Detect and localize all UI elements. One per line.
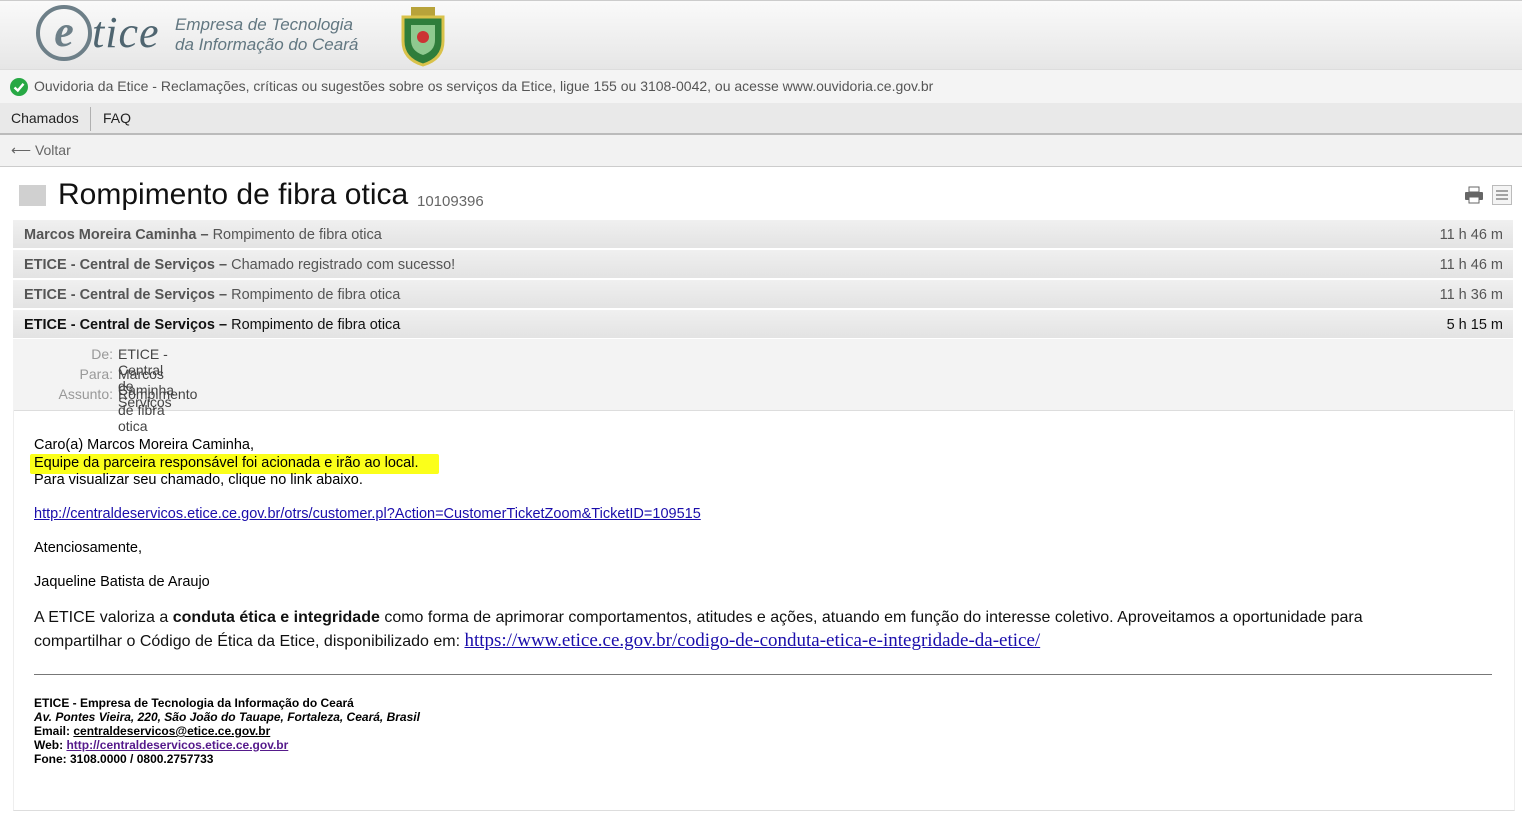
- mail-greeting: Caro(a) Marcos Moreira Caminha,: [34, 437, 254, 453]
- article-sender: ETICE - Central de Serviços – Chamado re…: [24, 257, 456, 273]
- ethics-code-link[interactable]: https://www.etice.ce.gov.br/codigo-de-co…: [464, 630, 1040, 651]
- article-sender: ETICE - Central de Serviços – Rompimento…: [24, 317, 401, 333]
- print-icon[interactable]: [1464, 186, 1484, 204]
- ouvidoria-notice: Ouvidoria da Etice - Reclamações, crític…: [0, 69, 1522, 104]
- ethics-paragraph: A ETICE valoriza a conduta ética e integ…: [34, 609, 1363, 651]
- ceara-crest-icon: [401, 7, 445, 67]
- navigation-bar: ⟵ Voltar: [0, 135, 1522, 167]
- article-sender: ETICE - Central de Serviços – Rompimento…: [24, 287, 401, 303]
- mail-instruction: Para visualizar seu chamado, clique no l…: [34, 472, 363, 488]
- menu-chamados[interactable]: Chamados: [11, 110, 79, 126]
- mail-highlight: Equipe da parceira responsável foi acion…: [30, 454, 439, 474]
- article-headers: De: ETICE - Central de Serviços Para: Ma…: [13, 339, 1513, 434]
- ticket-priority-box: [19, 185, 46, 206]
- collapse-all-icon[interactable]: [1492, 185, 1512, 205]
- etice-logo-mark[interactable]: e: [36, 5, 92, 61]
- ticket-title: Rompimento de fibra otica: [58, 178, 409, 211]
- article-age: 11 h 36 m: [1439, 287, 1503, 303]
- ouvidoria-text: Ouvidoria da Etice - Reclamações, crític…: [34, 78, 934, 94]
- article-row[interactable]: ETICE - Central de Serviços – Rompimento…: [13, 280, 1513, 309]
- ticket-link[interactable]: http://centraldeservicos.etice.ce.gov.br…: [34, 506, 701, 522]
- article-age: 11 h 46 m: [1439, 257, 1503, 273]
- etice-logo-subtitle: Empresa de Tecnologia da Informação do C…: [175, 15, 359, 54]
- menu-divider: [90, 107, 91, 131]
- signature-email-link[interactable]: centraldeservicos@etice.ce.gov.br: [73, 724, 270, 738]
- article-row-open[interactable]: ETICE - Central de Serviços – Rompimento…: [13, 310, 1513, 339]
- signature-phone: Fone: 3108.0000 / 0800.2757733: [34, 752, 214, 766]
- mail-closing: Atenciosamente,: [34, 540, 143, 556]
- ticket-number: 10109396: [417, 193, 484, 210]
- article-age: 11 h 46 m: [1439, 227, 1503, 243]
- signature-divider: [34, 674, 1492, 675]
- etice-logo-text[interactable]: tice: [92, 7, 160, 58]
- site-header: e tice Empresa de Tecnologia da Informaç…: [0, 0, 1522, 69]
- mail-ticket-link-wrap: http://centraldeservicos.etice.ce.gov.br…: [34, 506, 701, 522]
- signature-web-link[interactable]: http://centraldeservicos.etice.ce.gov.br: [66, 738, 288, 752]
- signature: ETICE - Empresa de Tecnologia da Informa…: [34, 696, 420, 766]
- signature-web: Web: http://centraldeservicos.etice.ce.g…: [34, 738, 289, 752]
- main-menu: Chamados FAQ: [0, 103, 1522, 135]
- signature-company: ETICE - Empresa de Tecnologia da Informa…: [34, 696, 354, 710]
- signature-email: Email: centraldeservicos@etice.ce.gov.br: [34, 724, 271, 738]
- mail-agent: Jaqueline Batista de Araujo: [34, 574, 210, 590]
- menu-faq[interactable]: FAQ: [103, 110, 131, 126]
- article-row[interactable]: ETICE - Central de Serviços – Chamado re…: [13, 250, 1513, 279]
- back-link[interactable]: ⟵ Voltar: [11, 142, 71, 159]
- article-row[interactable]: Marcos Moreira Caminha – Rompimento de f…: [13, 220, 1513, 249]
- signature-address: Av. Pontes Vieira, 220, São João do Taua…: [34, 710, 420, 724]
- article-age: 5 h 15 m: [1446, 317, 1503, 333]
- article-sender: Marcos Moreira Caminha – Rompimento de f…: [24, 227, 382, 243]
- check-circle-icon: [10, 78, 28, 96]
